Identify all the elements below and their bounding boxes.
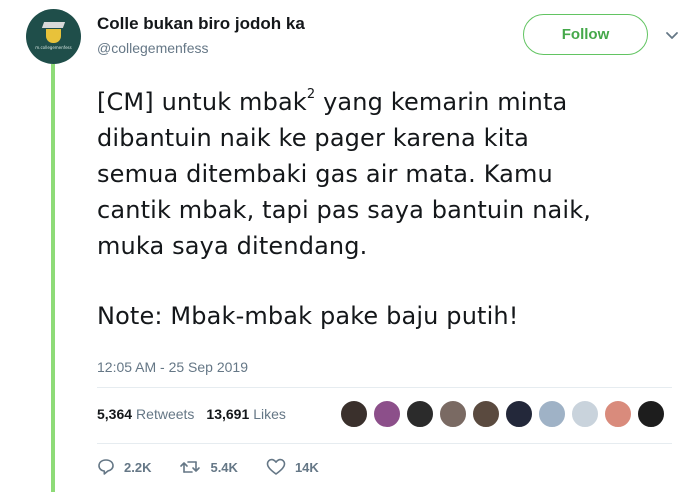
divider (97, 387, 672, 388)
heart-icon (266, 458, 286, 475)
tweet-line: [CM] untuk mbak2 yang kemarin minta (97, 87, 568, 116)
liker-avatar[interactable] (439, 400, 467, 428)
liker-avatars (340, 400, 665, 430)
retweet-count: 5.4K (210, 459, 238, 475)
tweet-line: semua ditembaki gas air mata. Kamu (97, 160, 553, 188)
display-name[interactable]: Colle bukan biro jodoh ka (97, 14, 305, 34)
likes-count[interactable]: 13,691 (206, 406, 249, 422)
tweet-line: cantik mbak, tapi pas saya bantuin naik, (97, 196, 592, 224)
liker-avatar[interactable] (538, 400, 566, 428)
avatar[interactable]: m.collegemenfess (26, 9, 81, 64)
retweet-icon (180, 461, 201, 473)
liker-avatar[interactable] (571, 400, 599, 428)
avatar-caption: m.collegemenfess (35, 45, 72, 50)
liker-avatar[interactable] (505, 400, 533, 428)
like-count: 14K (294, 459, 319, 475)
liker-avatar[interactable] (472, 400, 500, 428)
thread-accent-bar (51, 64, 55, 492)
retweet-button[interactable]: 5.4K (179, 459, 238, 475)
tweet-line: muka saya ditendang. (97, 232, 368, 260)
chevron-down-icon[interactable] (664, 30, 680, 42)
like-button[interactable]: 14K (266, 458, 319, 476)
liker-avatar[interactable] (406, 400, 434, 428)
tweet-line: Note: Mbak-mbak pake baju putih! (97, 302, 519, 330)
retweets-label[interactable]: Retweets (136, 406, 194, 422)
user-handle[interactable]: @collegemenfess (97, 40, 209, 56)
engagement-stats: 5,364 Retweets 13,691 Likes (97, 406, 294, 422)
reply-icon (98, 459, 114, 475)
reply-button[interactable]: 2.2K (97, 458, 151, 476)
follow-button[interactable]: Follow (523, 14, 648, 55)
liker-avatar[interactable] (637, 400, 665, 428)
cup-icon (46, 29, 61, 43)
graduation-cap-icon (41, 22, 66, 28)
action-bar: 2.2K 5.4K 14K (97, 458, 347, 476)
reply-count: 2.2K (124, 459, 152, 475)
retweets-count[interactable]: 5,364 (97, 406, 132, 422)
superscript: 2 (306, 87, 316, 102)
liker-avatar[interactable] (604, 400, 632, 428)
liker-avatar[interactable] (340, 400, 368, 428)
tweet-timestamp[interactable]: 12:05 AM - 25 Sep 2019 (97, 359, 248, 375)
tweet-text: [CM] untuk mbak2 yang kemarin minta diba… (97, 84, 687, 334)
divider (97, 443, 672, 444)
tweet-line: dibantuin naik ke pager karena kita (97, 124, 529, 152)
liker-avatar[interactable] (373, 400, 401, 428)
likes-label[interactable]: Likes (253, 406, 286, 422)
